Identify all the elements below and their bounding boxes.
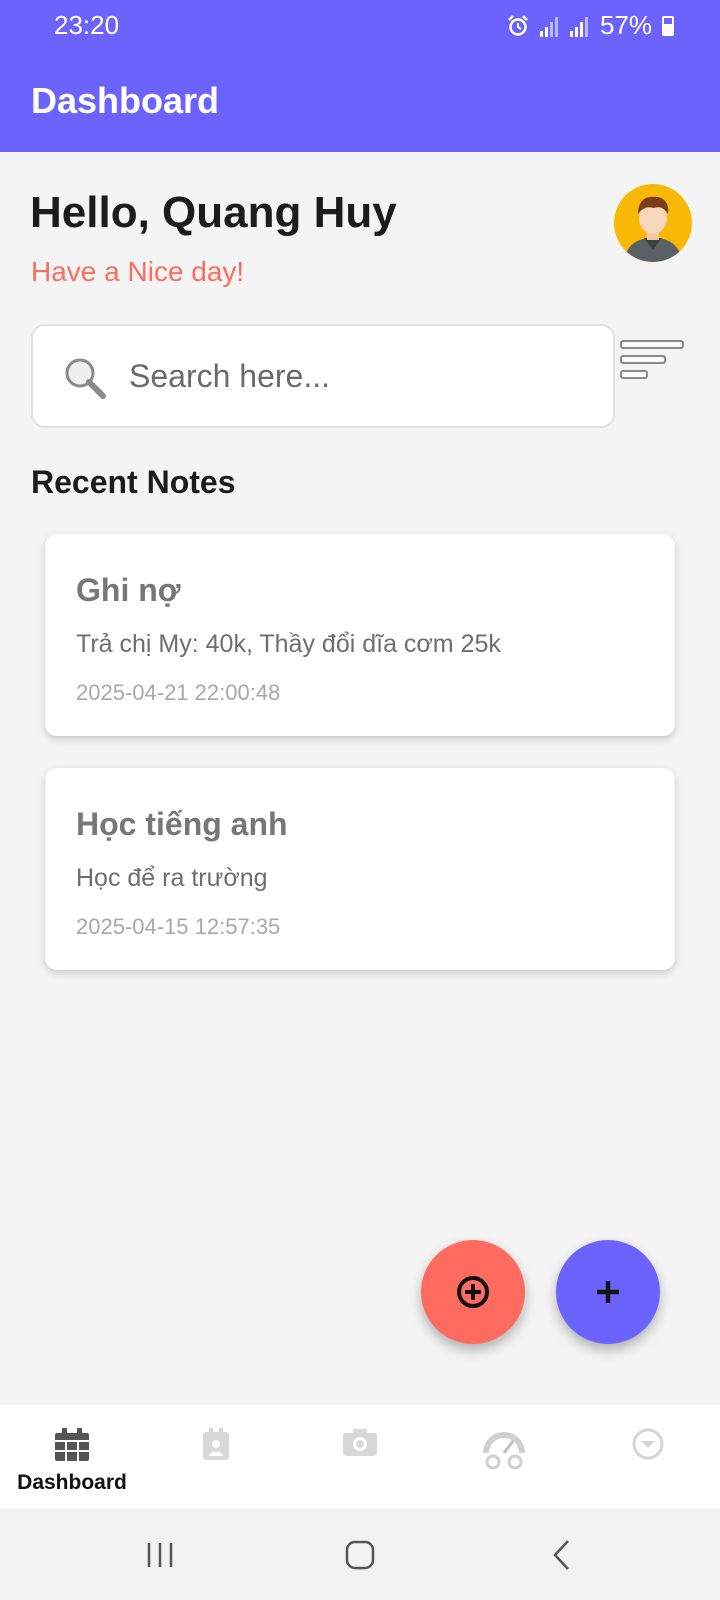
nav-item-camera[interactable]	[288, 1405, 432, 1509]
nav-item-dashboard[interactable]: Dashboard	[0, 1405, 144, 1509]
note-date: 2025-04-21 22:00:48	[76, 680, 281, 705]
signal-icon	[539, 15, 560, 37]
nav-item-gauge[interactable]	[432, 1405, 576, 1509]
add-note-fab-button[interactable]	[556, 1240, 660, 1344]
search-box[interactable]	[31, 324, 615, 428]
status-bar: 23:20 57%	[0, 0, 720, 52]
add-circle-fab-button[interactable]	[421, 1240, 525, 1344]
note-title: Học tiếng anh	[76, 806, 288, 842]
calendar-grid-icon	[55, 1428, 89, 1461]
user-avatar-icon	[624, 196, 682, 262]
battery-icon	[662, 15, 674, 36]
note-card[interactable]: Học tiếng anh Học để ra trường 2025-04-1…	[45, 768, 675, 970]
back-icon	[553, 1539, 569, 1570]
gauge-icon	[483, 1432, 525, 1470]
note-body: Trả chị My: 40k, Thầy đổi dĩa cơm 25k	[76, 630, 501, 658]
plus-circle-icon	[457, 1276, 489, 1308]
nav-item-contacts[interactable]	[144, 1405, 288, 1509]
home-button[interactable]	[300, 1509, 420, 1600]
note-body: Học để ra trường	[76, 864, 268, 892]
home-icon	[345, 1540, 375, 1569]
greeting-subtitle: Have a Nice day!	[31, 256, 245, 287]
recent-apps-button[interactable]	[100, 1509, 220, 1600]
note-date: 2025-04-15 12:57:35	[76, 914, 281, 939]
greeting-title: Hello, Quang Huy	[30, 188, 397, 237]
note-card[interactable]: Ghi nợ Trả chị My: 40k, Thầy đổi dĩa cơm…	[45, 534, 675, 736]
bottom-navigation: Dashboard	[0, 1405, 720, 1509]
alarm-icon	[508, 14, 528, 36]
camera-icon	[343, 1429, 377, 1456]
app-bar: Dashboard	[0, 52, 720, 152]
back-button[interactable]	[502, 1509, 622, 1600]
app-bar-title: Dashboard	[31, 80, 220, 121]
filter-sort-button[interactable]	[620, 338, 686, 384]
nav-item-more[interactable]	[576, 1405, 720, 1509]
search-input[interactable]	[129, 350, 589, 402]
note-title: Ghi nợ	[76, 572, 181, 608]
recent-apps-icon	[147, 1542, 173, 1567]
nav-item-label: Dashboard	[17, 1471, 127, 1494]
plus-icon	[597, 1281, 619, 1303]
battery-percentage: 57%	[599, 10, 652, 40]
avatar[interactable]	[614, 184, 692, 262]
contacts-calendar-icon	[203, 1428, 229, 1460]
status-icons: 57%	[506, 10, 674, 41]
recent-notes-title: Recent Notes	[31, 464, 236, 500]
search-icon	[65, 358, 106, 399]
chevron-down-circle-icon	[632, 1428, 664, 1460]
status-time: 23:20	[54, 10, 120, 40]
filter-icon	[620, 340, 684, 349]
system-navigation-bar	[0, 1509, 720, 1600]
signal-icon	[569, 15, 590, 37]
